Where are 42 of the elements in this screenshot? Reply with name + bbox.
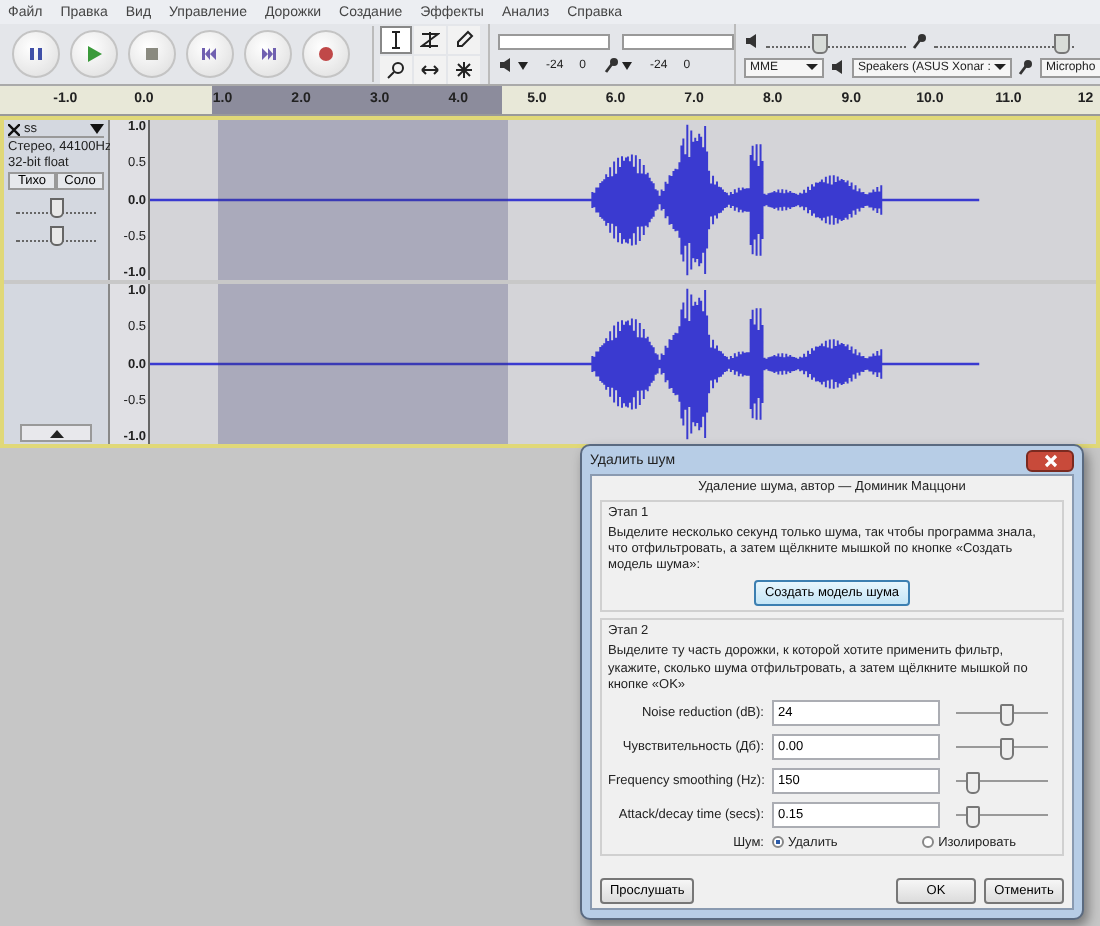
play-button[interactable] [70, 30, 118, 78]
stop-button[interactable] [128, 30, 176, 78]
multi-tool[interactable] [448, 56, 480, 84]
close-track-icon[interactable] [8, 123, 20, 135]
speaker-menu-icon[interactable] [498, 56, 530, 74]
microphone-icon [912, 31, 928, 49]
gain-slider[interactable] [16, 196, 96, 214]
pause-button[interactable] [12, 30, 60, 78]
asterisk-icon [454, 60, 474, 80]
pencil-tool[interactable] [448, 26, 480, 54]
double-arrow-icon [420, 60, 440, 80]
caret-icon [806, 64, 818, 70]
skip-to-end-button[interactable] [244, 30, 292, 78]
dropdown-arrow-icon[interactable] [90, 124, 104, 134]
microphone-icon [1018, 58, 1034, 76]
skip-to-end-icon [256, 42, 280, 66]
pan-slider[interactable] [16, 224, 96, 242]
envelope-tool[interactable] [414, 26, 446, 54]
microphone-menu-icon[interactable] [602, 56, 635, 74]
close-button[interactable] [1026, 449, 1074, 471]
speaker-icon [830, 58, 846, 76]
selection-tool[interactable] [380, 26, 412, 54]
collapse-button[interactable] [20, 424, 92, 442]
zoom-tool[interactable] [380, 56, 412, 84]
stop-icon [140, 42, 164, 66]
play-icon [82, 42, 106, 66]
record-button[interactable] [302, 30, 350, 78]
zoom-icon [386, 60, 406, 80]
record-icon [314, 42, 338, 66]
close-icon [1043, 453, 1057, 467]
playback-meter [498, 34, 610, 50]
i-beam-icon [386, 30, 406, 50]
skip-to-start-button[interactable] [186, 30, 234, 78]
envelope-icon [420, 30, 440, 50]
pencil-icon [454, 30, 474, 50]
caret-icon [994, 64, 1007, 70]
triangle-up-icon [49, 429, 63, 437]
time-shift-tool[interactable] [414, 56, 446, 84]
speaker-icon [744, 31, 760, 49]
pause-icon [24, 42, 48, 66]
skip-to-start-icon [198, 42, 222, 66]
recording-meter [622, 34, 734, 50]
